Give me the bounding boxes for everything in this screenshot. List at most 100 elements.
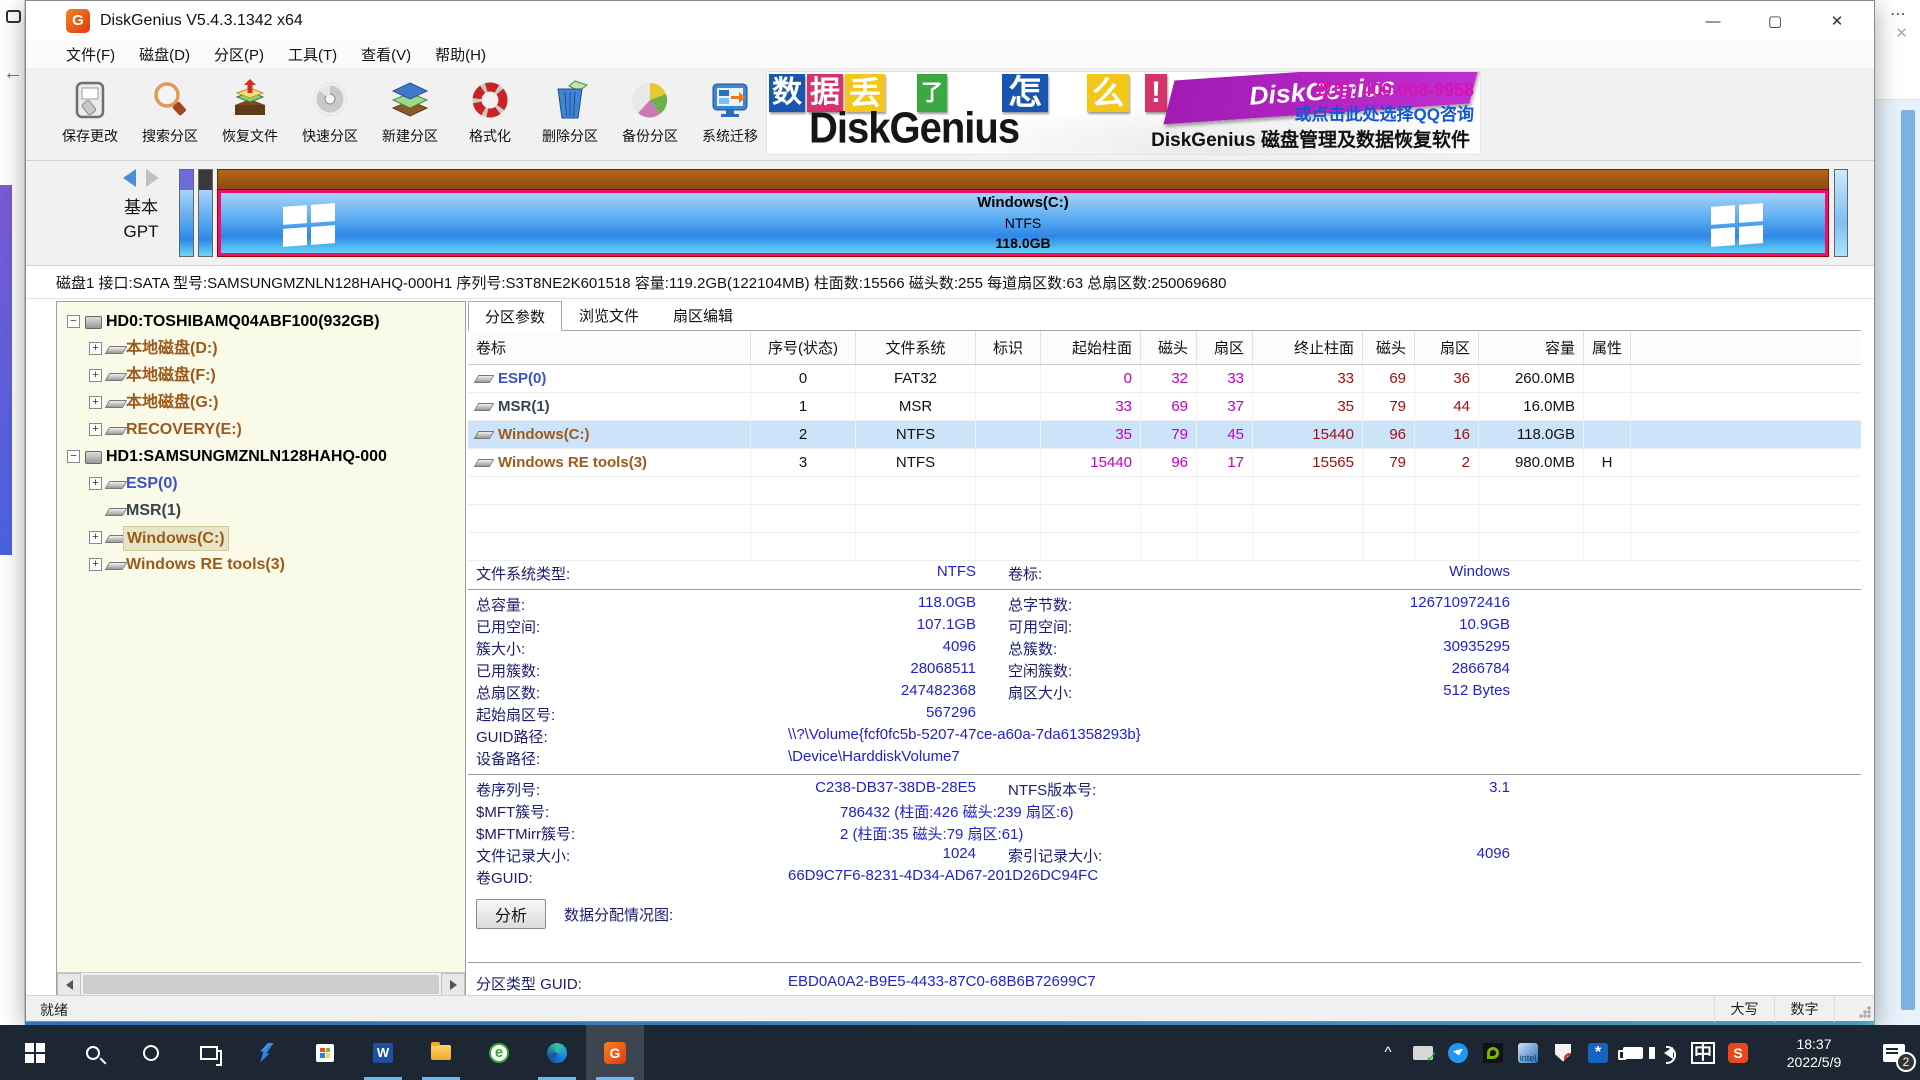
overflow-menu-icon[interactable]: ⋯ <box>1890 4 1906 24</box>
expand-icon[interactable]: + <box>89 423 102 436</box>
tree-item-windows-c-[interactable]: +Windows(C:) <box>57 524 465 551</box>
collapse-icon[interactable]: − <box>67 315 80 328</box>
column-header-11[interactable]: 属性 <box>1584 331 1631 364</box>
column-header-0[interactable]: 卷标 <box>468 331 751 364</box>
expand-icon[interactable]: + <box>89 531 102 544</box>
tree-item--f-[interactable]: +本地磁盘(F:) <box>57 362 465 389</box>
volume-icon[interactable] <box>1655 1040 1681 1066</box>
banner-qq-link[interactable]: 或点击此处选择QQ咨询 <box>1295 100 1474 125</box>
toolbar-button-new-partition[interactable]: 新建分区 <box>370 73 450 157</box>
tree-item--d-[interactable]: +本地磁盘(D:) <box>57 335 465 362</box>
intel-graphics-icon[interactable]: intel <box>1515 1040 1541 1066</box>
menu-item-1[interactable]: 文件(F) <box>54 41 127 68</box>
column-header-9[interactable]: 扇区 <box>1415 331 1479 364</box>
menu-item-3[interactable]: 分区(P) <box>202 41 276 68</box>
tree-item--g-[interactable]: +本地磁盘(G:) <box>57 389 465 416</box>
close-button[interactable]: ✕ <box>1806 1 1868 41</box>
promo-banner[interactable]: 数据丢了怎么! DiskGenius DiskGenius 致电: 400-00… <box>766 71 1481 155</box>
toolbar-button-search-partition[interactable]: 搜索分区 <box>130 73 210 157</box>
toolbar-button-recover-files[interactable]: 恢复文件 <box>210 73 290 157</box>
toolbar-button-backup-partition[interactable]: 备份分区 <box>610 73 690 157</box>
taskbar-word-button[interactable]: W <box>354 1025 412 1080</box>
scroll-right-arrow-icon[interactable] <box>441 973 465 996</box>
taskbar-diskgenius-button[interactable]: G <box>586 1025 644 1080</box>
taskbar-cortana-button[interactable] <box>122 1025 180 1080</box>
table-row-msr-1-[interactable]: MSR(1)1MSR33693735794416.0MB <box>468 393 1861 421</box>
snowflake-icon[interactable]: * <box>1585 1040 1611 1066</box>
defender-alert-icon[interactable] <box>1550 1040 1576 1066</box>
column-header-6[interactable]: 扇区 <box>1197 331 1253 364</box>
tree-item-msr-1-[interactable]: MSR(1) <box>57 497 465 524</box>
taskbar-task-view-button[interactable] <box>180 1025 238 1080</box>
column-header-8[interactable]: 磁头 <box>1363 331 1415 364</box>
tree-item-hd0-toshibamq04abf100-932gb-[interactable]: −HD0:TOSHIBAMQ04ABF100(932GB) <box>57 308 465 335</box>
action-center-button[interactable]: 2 <box>1868 1025 1920 1080</box>
menu-item-4[interactable]: 工具(T) <box>276 41 349 68</box>
tree-item-recovery-e-[interactable]: +RECOVERY(E:) <box>57 416 465 443</box>
menu-item-5[interactable]: 查看(V) <box>349 41 423 68</box>
analyze-button[interactable]: 分析 <box>476 899 546 929</box>
map-partition-windows-c[interactable]: Windows(C:) NTFS 118.0GB <box>217 169 1829 257</box>
printer-check-icon[interactable] <box>1410 1040 1436 1066</box>
expand-icon[interactable]: + <box>89 558 102 571</box>
expand-icon[interactable]: + <box>89 477 102 490</box>
taskbar-store-button[interactable] <box>296 1025 354 1080</box>
map-prev-disk-arrow-icon[interactable] <box>123 169 136 187</box>
power-icon[interactable] <box>1620 1040 1646 1066</box>
toolbar-button-format[interactable]: 格式化 <box>450 73 530 157</box>
scroll-left-arrow-icon[interactable] <box>57 973 81 996</box>
map-partition-re-tools[interactable] <box>1834 169 1848 257</box>
ime-zh-icon[interactable]: 中 <box>1690 1040 1716 1066</box>
taskbar-edge-button[interactable] <box>528 1025 586 1080</box>
column-header-10[interactable]: 容量 <box>1479 331 1584 364</box>
column-header-3[interactable]: 标识 <box>976 331 1041 364</box>
resize-grip[interactable] <box>1859 1006 1871 1018</box>
taskbar-flash-app-button[interactable] <box>238 1025 296 1080</box>
table-row-esp-0-[interactable]: ESP(0)0FAT3203233336936260.0MB <box>468 365 1861 393</box>
taskbar-search-button[interactable] <box>64 1025 122 1080</box>
map-partition-esp[interactable] <box>179 169 194 257</box>
table-row-windows-c-[interactable]: Windows(C:)2NTFS357945154409616118.0GB <box>468 421 1861 449</box>
taskbar-file-explorer-button[interactable] <box>412 1025 470 1080</box>
expand-icon[interactable]: + <box>89 369 102 382</box>
chevron-up-icon[interactable]: ^ <box>1375 1040 1401 1066</box>
browser-tab-icon <box>6 10 21 23</box>
toolbar-button-save[interactable]: 保存更改 <box>50 73 130 157</box>
tab-分区参数[interactable]: 分区参数 <box>468 301 562 331</box>
column-header-1[interactable]: 序号(状态) <box>751 331 856 364</box>
table-row-windows-re-tools-3-[interactable]: Windows RE tools(3)3NTFS1544096171556579… <box>468 449 1861 477</box>
menu-item-6[interactable]: 帮助(H) <box>423 41 498 68</box>
tree-item-windows-re-tools-3-[interactable]: +Windows RE tools(3) <box>57 551 465 578</box>
detail-label: 卷标: <box>1008 563 1338 584</box>
sogou-icon[interactable]: S <box>1725 1040 1751 1066</box>
column-header-7[interactable]: 终止柱面 <box>1253 331 1363 364</box>
tree-horizontal-scrollbar[interactable] <box>57 972 465 996</box>
toolbar-button-delete-partition[interactable]: 删除分区 <box>530 73 610 157</box>
column-header-2[interactable]: 文件系统 <box>856 331 976 364</box>
expand-icon[interactable]: + <box>89 342 102 355</box>
taskbar-start-button[interactable] <box>6 1025 64 1080</box>
taskbar-ie-browser-button[interactable]: e <box>470 1025 528 1080</box>
maximize-button[interactable]: ▢ <box>1744 1 1806 41</box>
cell-扇区: 2 <box>1415 449 1479 476</box>
toolbar-button-system-migrate[interactable]: 系统迁移 <box>690 73 770 157</box>
tree-item-hd1-samsungmznln128hahq-000[interactable]: −HD1:SAMSUNGMZNLN128HAHQ-000 <box>57 443 465 470</box>
background-scrollbar[interactable] <box>1901 110 1915 1010</box>
column-header-5[interactable]: 磁头 <box>1141 331 1197 364</box>
minimize-button[interactable]: — <box>1682 1 1744 41</box>
map-partition-msr[interactable] <box>198 169 213 257</box>
taskbar-clock[interactable]: 18:37 2022/5/9 <box>1768 1035 1860 1071</box>
expand-icon[interactable]: + <box>89 396 102 409</box>
map-next-disk-arrow-icon[interactable] <box>146 169 159 187</box>
column-header-4[interactable]: 起始柱面 <box>1041 331 1141 364</box>
tab-浏览文件[interactable]: 浏览文件 <box>562 301 656 330</box>
tab-扇区编辑[interactable]: 扇区编辑 <box>656 301 750 330</box>
nvidia-icon[interactable] <box>1480 1040 1506 1066</box>
scrollbar-thumb[interactable] <box>83 975 439 994</box>
toolbar-button-quick-partition[interactable]: 快速分区 <box>290 73 370 157</box>
collapse-icon[interactable]: − <box>67 450 80 463</box>
back-arrow-icon[interactable]: ← <box>3 62 23 85</box>
tree-item-esp-0-[interactable]: +ESP(0) <box>57 470 465 497</box>
menu-item-2[interactable]: 磁盘(D) <box>127 41 202 68</box>
dingtalk-icon[interactable] <box>1445 1040 1471 1066</box>
